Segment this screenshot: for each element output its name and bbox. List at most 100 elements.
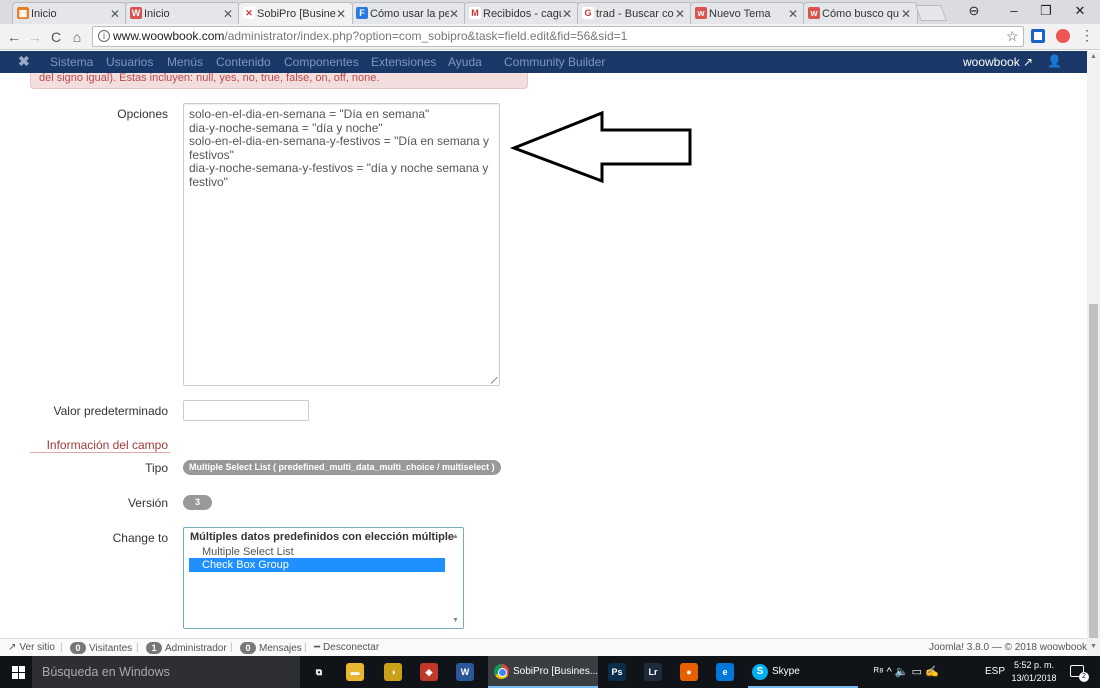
site-info-icon[interactable]: i — [98, 30, 110, 42]
restore-button[interactable]: ❐ — [1030, 0, 1062, 24]
browser-tab[interactable]: w Nuevo Tema ✕ — [690, 2, 805, 24]
select-scroll-up-icon[interactable]: ▲ — [452, 533, 459, 540]
joomla-menu-sistema[interactable]: Sistema — [50, 55, 93, 69]
url-host: www.woowbook.com — [113, 29, 225, 43]
browser-tab[interactable]: ▦ Inicio ✕ — [12, 2, 127, 24]
joomla-menu-community-builder[interactable]: Community Builder — [504, 55, 605, 69]
version-badge: 3 — [183, 495, 212, 510]
footer-separator: | — [230, 642, 233, 653]
default-value-label: Valor predeterminado — [53, 404, 168, 418]
extension-blue-icon[interactable] — [1031, 29, 1045, 43]
page-scrollbar[interactable]: ▲ ▼ — [1087, 51, 1100, 656]
visitors-link[interactable]: 0 Visitantes — [70, 642, 132, 654]
photoshop-icon[interactable]: Ps — [608, 663, 626, 681]
external-link-icon: ↗ — [1023, 55, 1034, 69]
options-textarea[interactable]: solo-en-el-dia-en-semana = "Día en seman… — [183, 103, 500, 386]
minimize-button[interactable]: – — [998, 0, 1030, 24]
site-name-link[interactable]: woowbook ↗ — [963, 55, 1033, 69]
joomla-menu-usuarios[interactable]: Usuarios — [106, 55, 153, 69]
tab-close-icon[interactable]: ✕ — [901, 7, 911, 21]
joomla-menu-menús[interactable]: Menús — [167, 55, 203, 69]
back-icon[interactable]: ← — [6, 28, 22, 46]
change-to-label: Change to — [112, 531, 168, 545]
app-red-icon[interactable]: ◆ — [420, 663, 438, 681]
view-site-link[interactable]: ↗ Ver sitio — [8, 642, 55, 653]
windows-start-icon[interactable] — [12, 666, 25, 679]
legend-divider — [30, 452, 170, 453]
joomla-menu-ayuda[interactable]: Ayuda — [448, 55, 482, 69]
browser-tab[interactable]: W Inicio ✕ — [125, 2, 240, 24]
tab-close-icon[interactable]: ✕ — [788, 7, 798, 21]
change-to-select[interactable]: Múltiples datos predefinidos con elecció… — [183, 527, 464, 629]
file-explorer-icon[interactable]: ▬ — [346, 663, 364, 681]
lightroom-icon[interactable]: Lr — [644, 663, 662, 681]
footer-separator: | — [136, 642, 139, 653]
url-path: /administrator/index.php?option=com_sobi… — [224, 29, 628, 43]
forward-icon[interactable]: → — [27, 28, 43, 46]
select-option[interactable]: Check Box Group — [189, 558, 445, 572]
tab-close-icon[interactable]: ✕ — [223, 7, 233, 21]
browser-tab[interactable]: M Recibidos - cagu ✕ — [464, 2, 579, 24]
word-icon[interactable]: W — [456, 663, 474, 681]
tab-close-icon[interactable]: ✕ — [449, 7, 459, 21]
profile-icon[interactable]: ⊖ — [958, 0, 990, 24]
messages-link[interactable]: 0 Mensajes — [240, 642, 302, 654]
tab-close-icon[interactable]: ✕ — [336, 7, 346, 21]
visitors-count: 0 — [70, 642, 86, 654]
taskbar-skype-app[interactable]: S Skype — [748, 656, 858, 688]
joomla-menu-contenido[interactable]: Contenido — [216, 55, 271, 69]
new-tab-button[interactable] — [915, 5, 947, 21]
tab-label: Nuevo Tema — [709, 7, 771, 20]
admins-link[interactable]: 1 Administrador — [146, 642, 227, 654]
taskbar-chrome-app[interactable]: SobiPro [Busines... — [488, 656, 598, 688]
tab-close-icon[interactable]: ✕ — [675, 7, 685, 21]
select-option[interactable]: Multiple Select List — [189, 545, 445, 559]
select-scrollbar[interactable]: ▲ ▼ — [448, 529, 462, 627]
scroll-down-icon[interactable]: ▼ — [1090, 643, 1097, 650]
browser-menu-icon[interactable]: ⋮ — [1080, 27, 1094, 44]
logout-link[interactable]: ━ Desconectar — [314, 642, 379, 653]
browser-tab[interactable]: ✕ SobiPro [Busines ✕ — [238, 2, 353, 24]
default-value-input[interactable] — [183, 400, 309, 421]
browser-tab-strip: ▦ Inicio ✕ W Inicio ✕ ✕ SobiPro [Busines ✕ F Cómo … — [0, 0, 1100, 24]
firefox-icon[interactable]: ● — [680, 663, 698, 681]
joomla-menu-extensiones[interactable]: Extensiones — [371, 55, 436, 69]
user-menu-icon[interactable]: 👤 — [1047, 54, 1062, 68]
scroll-up-icon[interactable]: ▲ — [1090, 53, 1097, 60]
task-view-icon[interactable]: ⧉ — [310, 663, 328, 681]
address-bar[interactable]: i www.woowbook.com/administrator/index.p… — [92, 26, 1024, 47]
close-window-button[interactable]: ✕ — [1064, 0, 1096, 24]
footer-separator: | — [60, 642, 63, 653]
textarea-resize-handle[interactable] — [490, 376, 499, 385]
tab-close-icon[interactable]: ✕ — [562, 7, 572, 21]
browser-tab[interactable]: F Cómo usar la pe ✕ — [351, 2, 466, 24]
clock-date: 13/01/2018 — [1011, 673, 1057, 683]
tab-label: SobiPro [Busines — [257, 7, 336, 20]
tab-label: trad - Buscar co — [596, 7, 674, 20]
select-scroll-down-icon[interactable]: ▼ — [452, 617, 459, 624]
skype-icon: S — [752, 664, 768, 680]
tab-close-icon[interactable]: ✕ — [110, 7, 120, 21]
edge-icon[interactable]: e — [716, 663, 734, 681]
joomla-logo-icon[interactable]: ✖ — [18, 54, 32, 68]
tab-favicon-icon: ▦ — [17, 7, 29, 19]
taskbar-clock[interactable]: 5:52 p. m. 13/01/2018 — [1008, 659, 1060, 685]
taskbar-skype-label: Skype — [772, 666, 800, 677]
bookmark-star-icon[interactable]: ☆ — [1006, 28, 1019, 45]
logout-label: Desconectar — [323, 642, 380, 653]
home-icon[interactable]: ⌂ — [69, 28, 85, 46]
windows-search-box[interactable]: Búsqueda en Windows — [32, 656, 300, 688]
extension-red-icon[interactable] — [1056, 29, 1070, 43]
scrollbar-thumb[interactable] — [1089, 304, 1098, 638]
browser-toolbar: ← → C ⌂ i www.woowbook.com/administrator… — [0, 24, 1100, 50]
language-indicator[interactable]: ESP — [985, 656, 1005, 688]
system-tray-icons[interactable]: ᴿ⁸ ^ 🔈 ▭ ✍ — [874, 656, 939, 688]
app-yellow-icon[interactable]: ◑ — [384, 663, 402, 681]
tab-label: Inicio — [144, 7, 170, 20]
tab-label: Cómo usar la pe — [370, 7, 449, 20]
browser-tab[interactable]: w Cómo busco qu ✕ — [803, 2, 918, 24]
reload-icon[interactable]: C — [48, 28, 64, 46]
joomla-menu-componentes[interactable]: Componentes — [284, 55, 359, 69]
action-center-icon[interactable]: 2 — [1070, 665, 1089, 682]
browser-tab[interactable]: Gtrad - Buscar co ✕ — [577, 2, 692, 24]
